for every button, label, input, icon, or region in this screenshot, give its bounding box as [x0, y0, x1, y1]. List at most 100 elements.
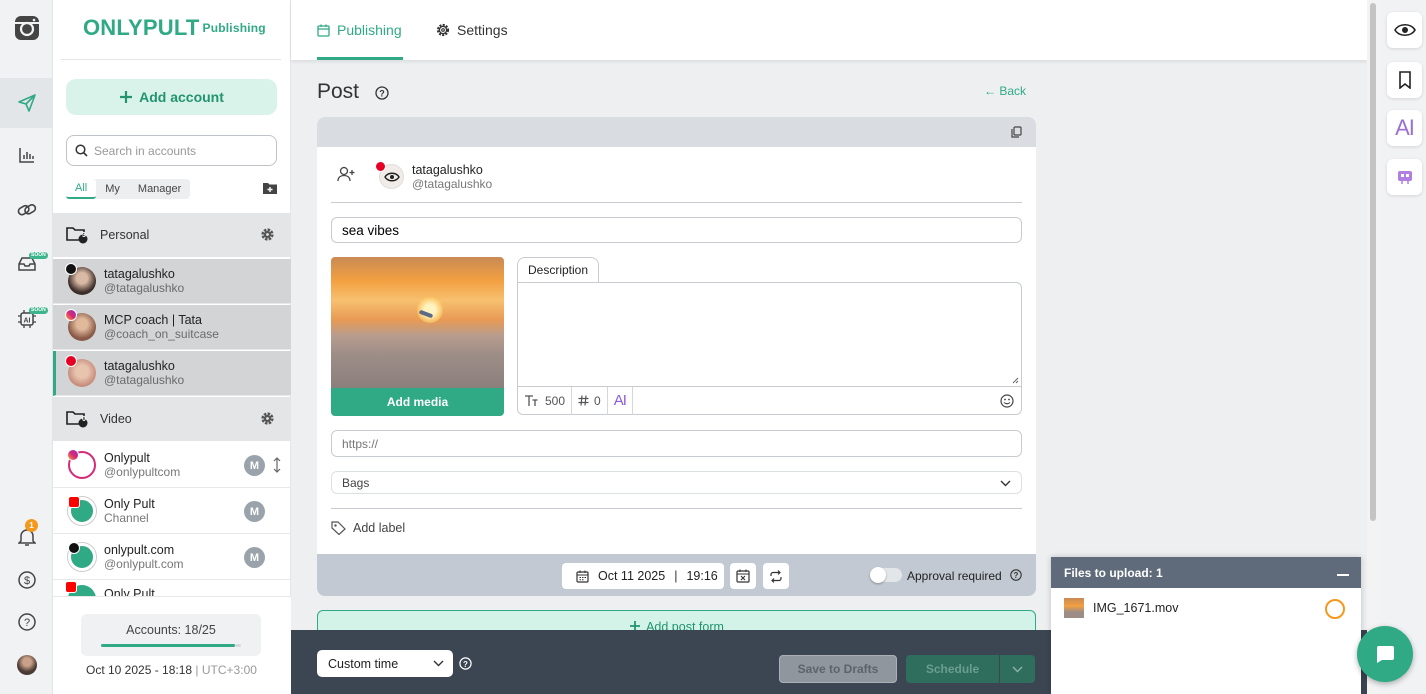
repeat-button[interactable] [763, 563, 789, 589]
link-icon[interactable] [0, 188, 53, 232]
gear-icon[interactable] [260, 411, 275, 426]
time-mode-select[interactable]: Custom time [317, 650, 453, 677]
schedule-options-button[interactable] [1000, 655, 1035, 683]
approval-toggle[interactable] [870, 567, 902, 583]
group-personal[interactable]: 3 Personal [53, 213, 291, 257]
account-row[interactable]: onlypult.com @onlypult.com M [53, 535, 291, 580]
schedule-button[interactable]: Schedule [906, 655, 999, 683]
schedule-bar: Oct 11 2025 | 19:16 Approval required ? [317, 554, 1036, 596]
analytics-icon[interactable] [0, 133, 53, 177]
resize-handle-icon[interactable] [1012, 377, 1019, 384]
emoji-icon[interactable] [1000, 394, 1014, 408]
filter-all[interactable]: All [66, 179, 97, 199]
filter-manager[interactable]: Manager [129, 179, 190, 199]
back-link[interactable]: ← Back [984, 84, 1026, 98]
account-row-selected[interactable]: tatagalushko @tatagalushko [53, 351, 291, 396]
help-icon[interactable]: ? [459, 657, 472, 670]
upload-panel-header: Files to upload: 1 [1051, 557, 1361, 588]
inbox-icon[interactable]: SOON [0, 242, 53, 286]
account-row[interactable]: Only Pult [53, 581, 291, 597]
manager-badge: M [244, 547, 265, 568]
add-folder-icon[interactable] [262, 181, 278, 195]
chevron-down-icon [433, 660, 444, 667]
title-input[interactable] [342, 222, 954, 238]
account-name: tatagalushko [412, 163, 483, 177]
calendar-icon [576, 570, 589, 583]
accounts-progress [101, 644, 235, 647]
preview-button[interactable] [1387, 12, 1422, 48]
instagram-icon [65, 309, 77, 321]
approval-label: Approval required [907, 569, 1002, 583]
right-rail: AI [1379, 0, 1426, 694]
upload-panel: Files to upload: 1 IMG_1671.mov [1051, 557, 1361, 694]
account-name: MCP coach | Tata [104, 313, 202, 327]
add-account-button[interactable]: Add account [66, 79, 277, 115]
date-time-picker[interactable]: Oct 11 2025 | 19:16 [562, 563, 724, 589]
minimize-icon[interactable] [1337, 574, 1349, 577]
youtube-icon [68, 496, 80, 508]
save-drafts-button[interactable]: Save to Drafts [779, 655, 897, 683]
file-thumbnail [1064, 598, 1084, 618]
account-row[interactable]: Only Pult Channel M [53, 489, 291, 534]
description-input[interactable] [526, 291, 1013, 380]
account-handle: @tatagalushko [104, 281, 185, 295]
post-card-header [317, 117, 1036, 147]
post-time: 19:16 [686, 569, 718, 583]
chat-button[interactable] [1357, 626, 1413, 682]
svg-text:?: ? [1014, 571, 1019, 580]
manager-badge: M [244, 501, 265, 522]
group-video[interactable]: 0 Video [53, 397, 291, 441]
instagram-logo-icon[interactable] [0, 6, 53, 50]
bell-icon[interactable]: 1 [0, 515, 53, 559]
ai-chip-icon[interactable]: AI SOON [0, 297, 53, 341]
copy-icon[interactable] [1011, 126, 1022, 138]
add-user-icon[interactable] [337, 166, 355, 182]
chevron-down-icon [1012, 666, 1023, 672]
saved-button[interactable] [1387, 62, 1422, 98]
accounts-counter: Accounts: 18/25 [81, 614, 261, 656]
group-name: Video [100, 412, 132, 426]
tab-settings[interactable]: Settings [436, 22, 508, 38]
account-row[interactable]: tatagalushko @tatagalushko [53, 259, 291, 304]
tab-publishing[interactable]: Publishing [317, 22, 402, 38]
eye-icon [1393, 23, 1416, 37]
add-label-button[interactable]: Add label [331, 521, 405, 535]
hashtag-icon [578, 395, 589, 406]
dollar-icon[interactable]: $ [0, 558, 53, 602]
tab-description[interactable]: Description [517, 257, 599, 283]
page-scrollbar[interactable] [1367, 0, 1379, 694]
search-icon [75, 144, 88, 157]
link-input[interactable] [342, 436, 954, 451]
avatar [68, 542, 96, 571]
search-input[interactable] [94, 143, 264, 158]
help-icon[interactable]: ? [0, 600, 53, 644]
clear-date-button[interactable] [730, 563, 756, 589]
svg-text:AI: AI [23, 318, 30, 325]
filter-my[interactable]: My [96, 179, 129, 199]
add-media-button[interactable]: Add media [331, 388, 504, 416]
avatar [65, 263, 96, 295]
ai-text-icon[interactable]: AI [1387, 110, 1422, 146]
gear-icon[interactable] [260, 227, 275, 242]
calendar-x-icon [736, 569, 750, 583]
timezone[interactable]: UTC+3:00 [202, 663, 257, 677]
assistant-icon[interactable] [1387, 159, 1422, 195]
account-handle: @tatagalushko [412, 177, 493, 191]
soon-badge: SOON [29, 252, 48, 259]
tiktok-icon [65, 263, 77, 275]
post-card: tatagalushko @tatagalushko Add media Des… [317, 147, 1036, 554]
account-handle: @tatagalushko [104, 373, 185, 387]
help-icon[interactable]: ? [1010, 569, 1022, 581]
publishing-nav-icon[interactable] [0, 78, 53, 128]
bags-dropdown[interactable]: Bags [331, 471, 1022, 494]
drag-handle-icon[interactable] [273, 457, 281, 473]
avatar[interactable] [0, 643, 53, 687]
file-name: IMG_1671.mov [1093, 601, 1179, 615]
avatar [65, 355, 96, 387]
help-icon[interactable]: ? [375, 86, 389, 100]
account-row[interactable]: Onlypult @onlypultcom M [53, 443, 291, 488]
ai-assist-button[interactable]: AI [608, 386, 633, 415]
pinterest-icon [375, 161, 386, 172]
top-tabs: Publishing Settings [291, 0, 1367, 60]
account-row[interactable]: MCP coach | Tata @coach_on_suitcase [53, 305, 291, 350]
